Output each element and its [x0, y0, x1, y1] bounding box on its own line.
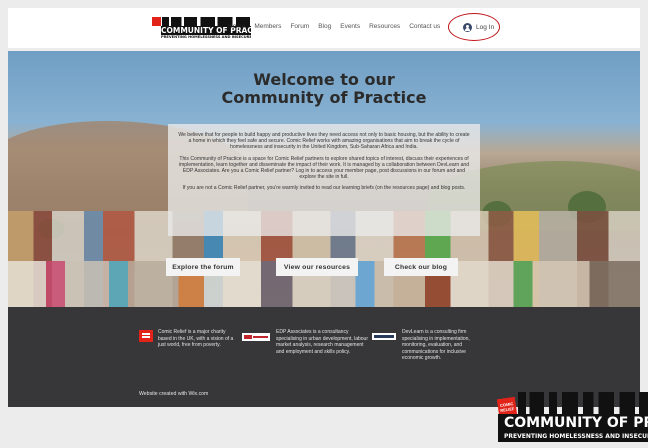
intro-text-box: We believe that for people to build happ…: [168, 124, 480, 236]
page: COMMUNITY OF PRACTICE PREVENTING HOMELES…: [0, 0, 648, 448]
community-of-practice-large-logo: COMIC RELIEF COMMUNITY OF PRACTICE PREVE…: [492, 388, 648, 448]
skyline-icon: [518, 392, 648, 414]
nav-resources[interactable]: Resources: [369, 23, 400, 30]
devlearn-description: DevLearn is a consulting firm specialisi…: [402, 329, 470, 362]
main-nav: Home Members Forum Blog Events Resources…: [228, 19, 449, 33]
hero-section: Welcome to our Community of Practice We …: [8, 51, 640, 307]
nav-contact[interactable]: Contact us: [409, 23, 440, 30]
comic-relief-badge-icon: [152, 17, 161, 26]
view-resources-button[interactable]: View our resources: [276, 258, 358, 276]
nav-forum[interactable]: Forum: [290, 23, 309, 30]
large-logo-subtitle: PREVENTING HOMELESSNESS AND INSECURE SHE…: [498, 432, 648, 442]
check-blog-button[interactable]: Check our blog: [384, 258, 458, 276]
nav-members[interactable]: Members: [254, 23, 281, 30]
intro-paragraph-2: This Community of Practice is a space fo…: [178, 155, 470, 181]
login-button[interactable]: Log In: [463, 21, 494, 33]
edp-description: EDP Associates is a consultancy speciali…: [276, 329, 369, 355]
logo-subtitle: PREVENTING HOMELESSNESS AND INSECURE SHE…: [161, 35, 251, 39]
hero-title-line-2: Community of Practice: [221, 88, 427, 107]
nav-home[interactable]: Home: [228, 23, 245, 30]
intro-paragraph-3: If you are not a Comic Relief partner, y…: [182, 185, 466, 192]
large-logo-title: COMMUNITY OF PRACTICE: [498, 414, 648, 432]
devlearn-logo-icon[interactable]: [372, 333, 396, 340]
intro-paragraph-1: We believe that for people to build happ…: [178, 132, 470, 151]
comic-relief-logo-icon[interactable]: [139, 330, 153, 342]
hero-title-line-1: Welcome to our: [253, 70, 395, 89]
wix-credit: Website created with Wix.com: [139, 391, 209, 397]
user-icon: [463, 22, 472, 32]
edp-associates-logo-icon[interactable]: [242, 333, 270, 341]
nav-blog[interactable]: Blog: [318, 23, 331, 30]
login-label: Log In: [476, 23, 495, 31]
nav-events[interactable]: Events: [340, 23, 360, 30]
hero-title: Welcome to our Community of Practice: [8, 71, 640, 107]
site-header: COMMUNITY OF PRACTICE PREVENTING HOMELES…: [8, 8, 640, 48]
explore-forum-button[interactable]: Explore the forum: [166, 258, 240, 276]
comic-relief-description: Comic Relief is a major charity based in…: [158, 329, 234, 349]
